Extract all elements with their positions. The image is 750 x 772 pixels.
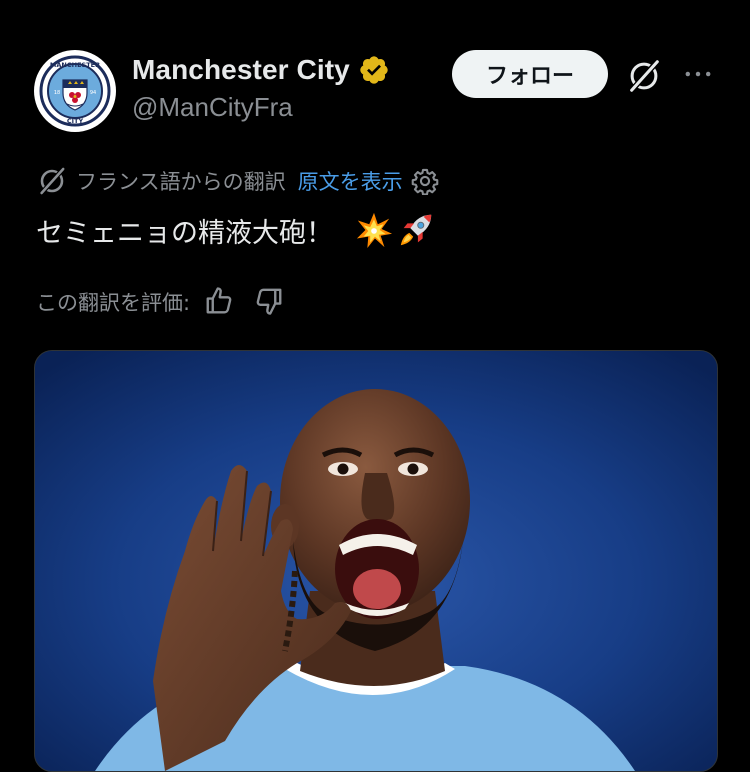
avatar[interactable]: MANCHESTER CITY 18 94 bbox=[34, 50, 116, 132]
gear-icon[interactable] bbox=[411, 167, 439, 195]
follow-button[interactable]: フォロー bbox=[452, 50, 608, 98]
crest-text-top: MANCHESTER bbox=[50, 61, 100, 69]
grok-icon[interactable] bbox=[622, 54, 666, 98]
grok-icon bbox=[36, 165, 68, 197]
tweet-text: セミェニョの精液大砲！ bbox=[36, 217, 333, 249]
rate-translation-label: この翻訳を評価: bbox=[36, 291, 191, 315]
translation-label: フランス語からの翻訳 bbox=[76, 170, 286, 194]
crest-year-right: 94 bbox=[90, 90, 96, 96]
post-header: MANCHESTER CITY 18 94 Manchester City @M… bbox=[0, 0, 750, 150]
player-photo bbox=[35, 351, 717, 771]
display-name[interactable]: Manchester City bbox=[132, 54, 350, 86]
tweet-text-row: セミェニョの精液大砲！ bbox=[36, 208, 435, 252]
rate-translation-row: この翻訳を評価: bbox=[36, 284, 286, 320]
more-horizontal-icon[interactable] bbox=[676, 54, 720, 94]
crest-text-bottom: CITY bbox=[67, 117, 84, 125]
name-row: Manchester City bbox=[132, 52, 390, 88]
thumbs-down-icon[interactable] bbox=[254, 286, 286, 318]
crest-year-left: 18 bbox=[54, 90, 60, 96]
verified-badge-icon[interactable] bbox=[358, 54, 390, 86]
rocket-emoji bbox=[397, 211, 435, 249]
collision-emoji bbox=[355, 211, 393, 249]
translation-notice: フランス語からの翻訳 原文を表示 bbox=[36, 164, 439, 198]
show-original-link[interactable]: 原文を表示 bbox=[298, 166, 403, 196]
tweet-media-photo[interactable] bbox=[34, 350, 718, 772]
thumbs-up-icon[interactable] bbox=[204, 286, 236, 318]
account-handle[interactable]: @ManCityFra bbox=[132, 92, 390, 123]
account-name-block[interactable]: Manchester City @ManCityFra bbox=[132, 52, 390, 123]
manchester-city-crest-icon: MANCHESTER CITY 18 94 bbox=[35, 51, 115, 131]
